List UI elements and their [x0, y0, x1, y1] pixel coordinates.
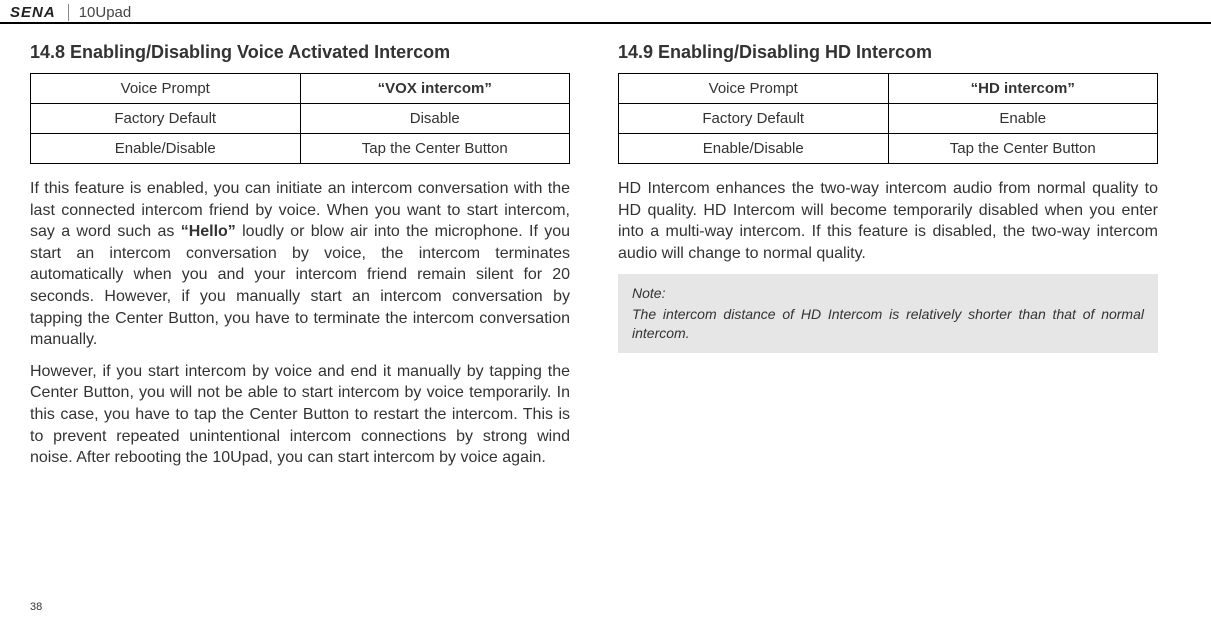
table-row: Factory Default Enable — [619, 104, 1158, 134]
text-segment: loudly or blow air into the microphone. … — [30, 223, 570, 348]
table-row: Enable/Disable Tap the Center Button — [619, 134, 1158, 164]
paragraph-1: If this feature is enabled, you can init… — [30, 178, 570, 351]
cell-enable-disable-value: Tap the Center Button — [300, 134, 570, 164]
table-row: Voice Prompt “VOX intercom” — [31, 74, 570, 104]
note-label: Note: — [632, 284, 1144, 303]
page-number: 38 — [30, 601, 42, 613]
right-column: 14.9 Enabling/Disabling HD Intercom Voic… — [618, 42, 1158, 479]
cell-voice-prompt-value: “HD intercom” — [888, 74, 1158, 104]
page-header: SENA 10Upad — [0, 0, 1211, 24]
note-box: Note: The intercom distance of HD Interc… — [618, 274, 1158, 353]
brand-logo: SENA — [10, 4, 69, 21]
left-column: 14.8 Enabling/Disabling Voice Activated … — [30, 42, 570, 479]
paragraph-2: However, if you start intercom by voice … — [30, 361, 570, 469]
heading-14-8: 14.8 Enabling/Disabling Voice Activated … — [30, 42, 570, 63]
cell-voice-prompt-value: “VOX intercom” — [300, 74, 570, 104]
cell-factory-default-value: Enable — [888, 104, 1158, 134]
product-name: 10Upad — [79, 4, 132, 21]
cell-enable-disable-label: Enable/Disable — [619, 134, 889, 164]
cell-voice-prompt-label: Voice Prompt — [31, 74, 301, 104]
cell-enable-disable-value: Tap the Center Button — [888, 134, 1158, 164]
settings-table-hd: Voice Prompt “HD intercom” Factory Defau… — [618, 73, 1158, 164]
hello-keyword: “Hello” — [181, 223, 236, 240]
note-text: The intercom distance of HD Intercom is … — [632, 306, 1144, 341]
heading-14-9: 14.9 Enabling/Disabling HD Intercom — [618, 42, 1158, 63]
cell-factory-default-value: Disable — [300, 104, 570, 134]
cell-voice-prompt-label: Voice Prompt — [619, 74, 889, 104]
table-row: Voice Prompt “HD intercom” — [619, 74, 1158, 104]
cell-factory-default-label: Factory Default — [619, 104, 889, 134]
paragraph-hd: HD Intercom enhances the two-way interco… — [618, 178, 1158, 264]
cell-factory-default-label: Factory Default — [31, 104, 301, 134]
page-content: 14.8 Enabling/Disabling Voice Activated … — [0, 24, 1211, 489]
settings-table-vox: Voice Prompt “VOX intercom” Factory Defa… — [30, 73, 570, 164]
table-row: Factory Default Disable — [31, 104, 570, 134]
table-row: Enable/Disable Tap the Center Button — [31, 134, 570, 164]
cell-enable-disable-label: Enable/Disable — [31, 134, 301, 164]
